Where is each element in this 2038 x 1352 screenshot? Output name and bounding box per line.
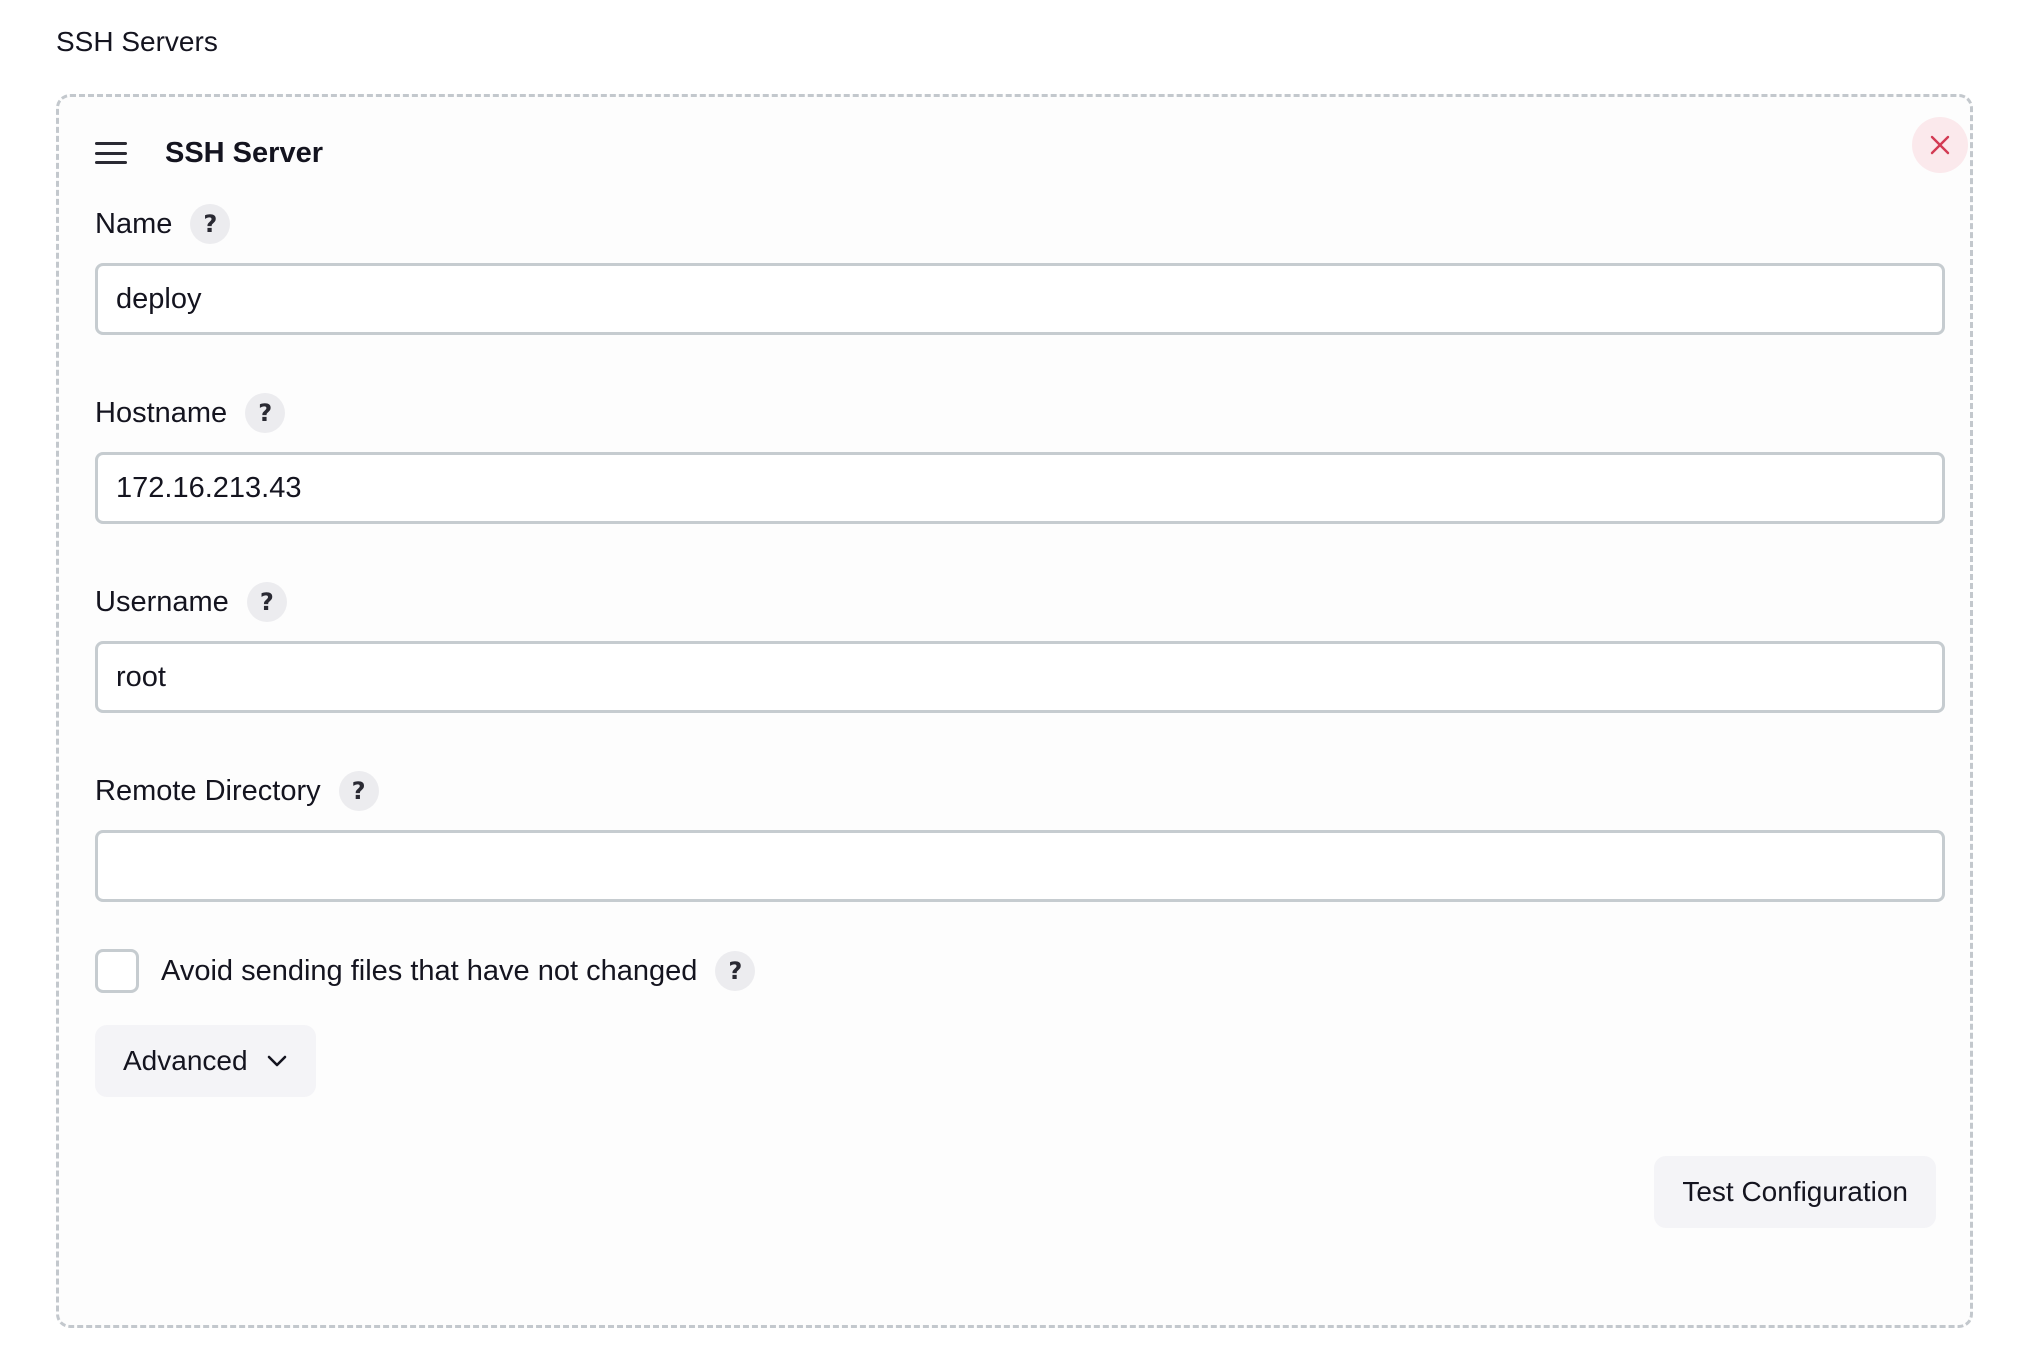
hostname-label: Hostname — [95, 396, 228, 429]
ssh-server-card: SSH Server Name ? Hostname ? Username ? … — [56, 94, 1973, 1328]
name-help-icon[interactable]: ? — [190, 204, 231, 244]
hostname-input[interactable] — [95, 452, 1945, 524]
chevron-down-icon — [266, 1054, 288, 1068]
username-label: Username — [95, 585, 229, 618]
delete-server-button[interactable] — [1912, 117, 1968, 173]
name-label: Name — [95, 207, 173, 240]
advanced-label: Advanced — [123, 1045, 248, 1076]
remote-directory-label-row: Remote Directory ? — [95, 769, 379, 813]
advanced-button[interactable]: Advanced — [95, 1025, 316, 1097]
name-label-row: Name ? — [95, 202, 231, 246]
username-label-row: Username ? — [95, 580, 287, 624]
page-title: SSH Servers — [56, 26, 218, 57]
test-configuration-button[interactable]: Test Configuration — [1654, 1156, 1936, 1228]
remote-directory-help-icon[interactable]: ? — [338, 771, 379, 811]
avoid-sending-help-icon[interactable]: ? — [715, 951, 756, 991]
hamburger-menu-icon[interactable] — [95, 142, 127, 164]
card-header: SSH Server — [95, 131, 323, 175]
close-icon — [1930, 135, 1950, 155]
hostname-label-row: Hostname ? — [95, 391, 286, 435]
username-input[interactable] — [95, 641, 1945, 713]
remote-directory-label: Remote Directory — [95, 774, 321, 807]
card-title: SSH Server — [165, 136, 323, 169]
remote-directory-input[interactable] — [95, 830, 1945, 902]
name-input[interactable] — [95, 263, 1945, 335]
avoid-sending-label[interactable]: Avoid sending files that have not change… — [161, 955, 697, 988]
avoid-sending-checkbox[interactable] — [95, 949, 139, 993]
hostname-help-icon[interactable]: ? — [245, 393, 286, 433]
username-help-icon[interactable]: ? — [246, 582, 287, 622]
avoid-sending-row: Avoid sending files that have not change… — [95, 948, 756, 994]
